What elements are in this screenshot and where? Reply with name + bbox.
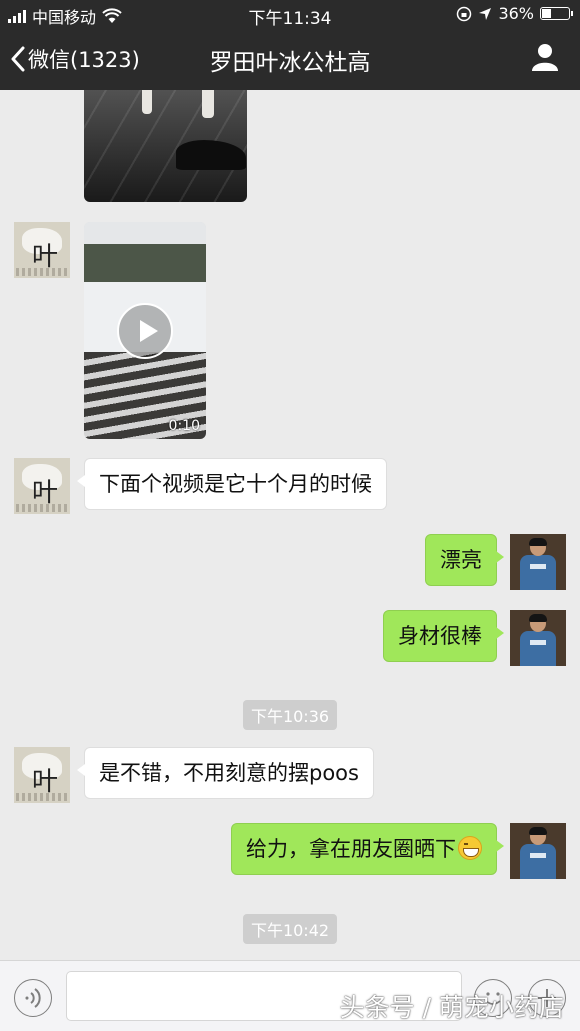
contact-avatar[interactable]: 叶 — [14, 747, 70, 803]
my-avatar[interactable] — [510, 534, 566, 590]
watermark: 头条号 / 萌宠小药店 — [339, 993, 564, 1022]
timestamp: 下午10:36 — [0, 700, 580, 730]
video-duration: 0:10 — [168, 418, 200, 434]
timestamp-label: 下午10:42 — [242, 914, 338, 944]
my-avatar[interactable] — [510, 610, 566, 666]
my-avatar[interactable] — [510, 823, 566, 879]
contact-avatar[interactable]: 叶 — [14, 458, 70, 514]
status-right: 36% — [456, 4, 573, 23]
image-message[interactable] — [84, 90, 247, 202]
play-icon[interactable] — [117, 303, 173, 359]
timestamp-label: 下午10:36 — [242, 700, 338, 730]
contact-avatar[interactable]: 叶 — [14, 222, 70, 278]
timestamp: 下午10:42 — [0, 914, 580, 944]
battery-icon — [540, 7, 573, 20]
incoming-message[interactable]: 下面个视频是它十个月的时候 — [77, 458, 387, 510]
grin-emoji-icon — [458, 836, 482, 860]
rotation-lock-icon — [457, 6, 472, 21]
battery-fill — [542, 9, 551, 18]
battery-percent: 36% — [498, 4, 534, 23]
outgoing-message[interactable]: 给力，拿在朋友圈晒下 — [231, 823, 504, 875]
location-icon — [479, 7, 492, 20]
status-bar: 中国移动 下午11:34 36% — [0, 0, 580, 29]
video-message[interactable]: 0:10 — [84, 222, 206, 439]
voice-icon — [25, 988, 41, 1008]
outgoing-message[interactable]: 漂亮 — [425, 534, 504, 586]
profile-icon[interactable] — [530, 42, 560, 72]
image-dog-leg — [142, 90, 152, 114]
voice-button[interactable] — [14, 979, 52, 1017]
chat-area[interactable]: 叶 0:10 叶 下面个视频是它十个月的时候 漂亮 身材很棒 下午10:36 叶… — [0, 90, 580, 960]
outgoing-message-text: 给力，拿在朋友圈晒下 — [246, 837, 456, 861]
chat-title: 罗田叶冰公杜高 — [209, 50, 371, 76]
outgoing-message[interactable]: 身材很棒 — [383, 610, 504, 662]
incoming-message[interactable]: 是不错，不用刻意的摆poos — [77, 747, 374, 799]
nav-bar: 微信(1323) 罗田叶冰公杜高 — [0, 28, 580, 90]
image-dog-leg — [202, 90, 214, 118]
